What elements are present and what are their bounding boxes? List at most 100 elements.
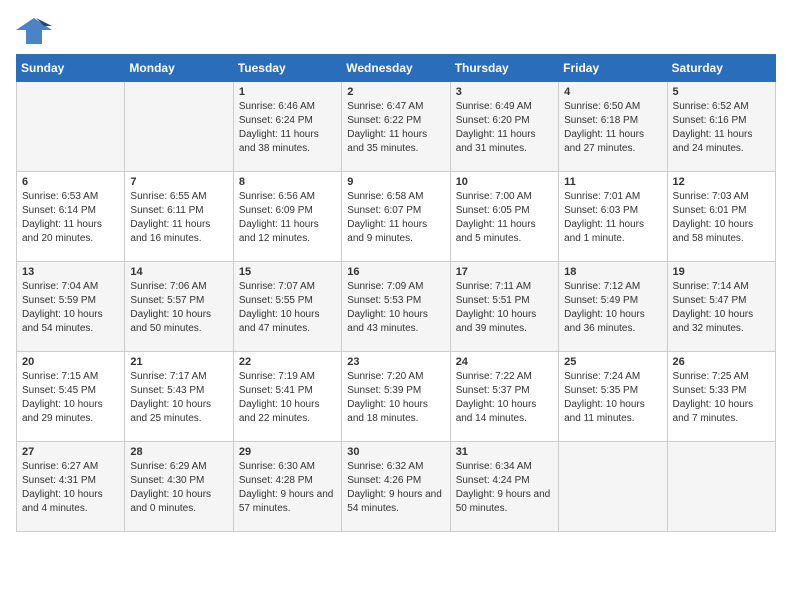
day-number: 22 bbox=[239, 356, 336, 368]
calendar-cell bbox=[17, 82, 125, 172]
day-number: 10 bbox=[456, 176, 553, 188]
day-number: 29 bbox=[239, 446, 336, 458]
calendar-cell: 26 Sunrise: 7:25 AM Sunset: 5:33 PM Dayli… bbox=[667, 352, 775, 442]
calendar-cell: 7 Sunrise: 6:55 AM Sunset: 6:11 PM Daylig… bbox=[125, 172, 233, 262]
calendar-week-1: 1 Sunrise: 6:46 AM Sunset: 6:24 PM Daylig… bbox=[17, 82, 776, 172]
column-header-monday: Monday bbox=[125, 55, 233, 82]
day-info: Sunrise: 7:24 AM Sunset: 5:35 PM Dayligh… bbox=[564, 370, 661, 426]
day-info: Sunrise: 6:34 AM Sunset: 4:24 PM Dayligh… bbox=[456, 460, 553, 516]
day-number: 18 bbox=[564, 266, 661, 278]
day-info: Sunrise: 6:49 AM Sunset: 6:20 PM Dayligh… bbox=[456, 100, 553, 156]
logo bbox=[16, 16, 56, 46]
day-number: 6 bbox=[22, 176, 119, 188]
calendar-week-2: 6Sunrise: 6:53 AM Sunset: 6:14 PM Daylig… bbox=[17, 172, 776, 262]
day-info: Sunrise: 6:46 AM Sunset: 6:24 PM Dayligh… bbox=[239, 100, 336, 156]
day-info: Sunrise: 6:50 AM Sunset: 6:18 PM Dayligh… bbox=[564, 100, 661, 156]
column-header-sunday: Sunday bbox=[17, 55, 125, 82]
calendar-cell: 29 Sunrise: 6:30 AM Sunset: 4:28 PM Dayli… bbox=[233, 442, 341, 532]
column-header-tuesday: Tuesday bbox=[233, 55, 341, 82]
day-number: 1 bbox=[239, 86, 336, 98]
logo-icon bbox=[16, 16, 52, 46]
day-number: 31 bbox=[456, 446, 553, 458]
day-info: Sunrise: 7:01 AM Sunset: 6:03 PM Dayligh… bbox=[564, 190, 661, 246]
calendar-cell: 22Sunrise: 7:19 AM Sunset: 5:41 PM Dayli… bbox=[233, 352, 341, 442]
column-header-saturday: Saturday bbox=[667, 55, 775, 82]
day-number: 13 bbox=[22, 266, 119, 278]
calendar-cell: 11Sunrise: 7:01 AM Sunset: 6:03 PM Dayli… bbox=[559, 172, 667, 262]
day-info: Sunrise: 6:56 AM Sunset: 6:09 PM Dayligh… bbox=[239, 190, 336, 246]
day-number: 7 bbox=[130, 176, 227, 188]
calendar-cell: 27 Sunrise: 6:27 AM Sunset: 4:31 PM Dayli… bbox=[17, 442, 125, 532]
day-number: 16 bbox=[347, 266, 444, 278]
column-header-friday: Friday bbox=[559, 55, 667, 82]
day-number: 4 bbox=[564, 86, 661, 98]
calendar-header-row: SundayMondayTuesdayWednesdayThursdayFrid… bbox=[17, 55, 776, 82]
calendar-cell: 15 Sunrise: 7:07 AM Sunset: 5:55 PM Dayli… bbox=[233, 262, 341, 352]
day-number: 27 bbox=[22, 446, 119, 458]
calendar-cell: 2 Sunrise: 6:47 AM Sunset: 6:22 PM Daylig… bbox=[342, 82, 450, 172]
day-info: Sunrise: 7:07 AM Sunset: 5:55 PM Dayligh… bbox=[239, 280, 336, 336]
day-info: Sunrise: 6:30 AM Sunset: 4:28 PM Dayligh… bbox=[239, 460, 336, 516]
calendar-week-5: 27 Sunrise: 6:27 AM Sunset: 4:31 PM Dayli… bbox=[17, 442, 776, 532]
calendar-cell: 4 Sunrise: 6:50 AM Sunset: 6:18 PM Daylig… bbox=[559, 82, 667, 172]
calendar-cell: 8 Sunrise: 6:56 AM Sunset: 6:09 PM Daylig… bbox=[233, 172, 341, 262]
column-header-thursday: Thursday bbox=[450, 55, 558, 82]
day-info: Sunrise: 7:22 AM Sunset: 5:37 PM Dayligh… bbox=[456, 370, 553, 426]
day-info: Sunrise: 7:14 AM Sunset: 5:47 PM Dayligh… bbox=[673, 280, 770, 336]
day-number: 25 bbox=[564, 356, 661, 368]
day-number: 30 bbox=[347, 446, 444, 458]
day-info: Sunrise: 6:55 AM Sunset: 6:11 PM Dayligh… bbox=[130, 190, 227, 246]
calendar-cell: 12 Sunrise: 7:03 AM Sunset: 6:01 PM Dayli… bbox=[667, 172, 775, 262]
calendar-week-3: 13Sunrise: 7:04 AM Sunset: 5:59 PM Dayli… bbox=[17, 262, 776, 352]
calendar-cell: 17Sunrise: 7:11 AM Sunset: 5:51 PM Dayli… bbox=[450, 262, 558, 352]
day-number: 12 bbox=[673, 176, 770, 188]
calendar-cell: 18 Sunrise: 7:12 AM Sunset: 5:49 PM Dayli… bbox=[559, 262, 667, 352]
day-number: 20 bbox=[22, 356, 119, 368]
calendar-cell: 20 Sunrise: 7:15 AM Sunset: 5:45 PM Dayli… bbox=[17, 352, 125, 442]
calendar-cell bbox=[667, 442, 775, 532]
day-info: Sunrise: 6:47 AM Sunset: 6:22 PM Dayligh… bbox=[347, 100, 444, 156]
day-info: Sunrise: 7:15 AM Sunset: 5:45 PM Dayligh… bbox=[22, 370, 119, 426]
column-header-wednesday: Wednesday bbox=[342, 55, 450, 82]
calendar-cell: 28Sunrise: 6:29 AM Sunset: 4:30 PM Dayli… bbox=[125, 442, 233, 532]
day-info: Sunrise: 7:03 AM Sunset: 6:01 PM Dayligh… bbox=[673, 190, 770, 246]
calendar-cell: 16 Sunrise: 7:09 AM Sunset: 5:53 PM Dayli… bbox=[342, 262, 450, 352]
page-header bbox=[16, 16, 776, 46]
day-number: 8 bbox=[239, 176, 336, 188]
calendar-cell: 3 Sunrise: 6:49 AM Sunset: 6:20 PM Daylig… bbox=[450, 82, 558, 172]
day-number: 15 bbox=[239, 266, 336, 278]
calendar-cell: 5 Sunrise: 6:52 AM Sunset: 6:16 PM Daylig… bbox=[667, 82, 775, 172]
calendar-cell: 9Sunrise: 6:58 AM Sunset: 6:07 PM Daylig… bbox=[342, 172, 450, 262]
calendar-cell bbox=[125, 82, 233, 172]
day-number: 2 bbox=[347, 86, 444, 98]
day-info: Sunrise: 6:58 AM Sunset: 6:07 PM Dayligh… bbox=[347, 190, 444, 246]
day-number: 19 bbox=[673, 266, 770, 278]
day-info: Sunrise: 7:09 AM Sunset: 5:53 PM Dayligh… bbox=[347, 280, 444, 336]
day-number: 21 bbox=[130, 356, 227, 368]
calendar-cell bbox=[559, 442, 667, 532]
day-number: 5 bbox=[673, 86, 770, 98]
calendar-table: SundayMondayTuesdayWednesdayThursdayFrid… bbox=[16, 54, 776, 532]
calendar-cell: 19 Sunrise: 7:14 AM Sunset: 5:47 PM Dayli… bbox=[667, 262, 775, 352]
day-info: Sunrise: 7:17 AM Sunset: 5:43 PM Dayligh… bbox=[130, 370, 227, 426]
calendar-cell: 13Sunrise: 7:04 AM Sunset: 5:59 PM Dayli… bbox=[17, 262, 125, 352]
day-info: Sunrise: 6:32 AM Sunset: 4:26 PM Dayligh… bbox=[347, 460, 444, 516]
day-number: 28 bbox=[130, 446, 227, 458]
day-info: Sunrise: 7:20 AM Sunset: 5:39 PM Dayligh… bbox=[347, 370, 444, 426]
calendar-cell: 21 Sunrise: 7:17 AM Sunset: 5:43 PM Dayli… bbox=[125, 352, 233, 442]
day-number: 24 bbox=[456, 356, 553, 368]
day-info: Sunrise: 7:00 AM Sunset: 6:05 PM Dayligh… bbox=[456, 190, 553, 246]
day-number: 26 bbox=[673, 356, 770, 368]
calendar-cell: 31 Sunrise: 6:34 AM Sunset: 4:24 PM Dayli… bbox=[450, 442, 558, 532]
day-info: Sunrise: 6:27 AM Sunset: 4:31 PM Dayligh… bbox=[22, 460, 119, 516]
day-info: Sunrise: 6:52 AM Sunset: 6:16 PM Dayligh… bbox=[673, 100, 770, 156]
day-info: Sunrise: 7:25 AM Sunset: 5:33 PM Dayligh… bbox=[673, 370, 770, 426]
day-number: 3 bbox=[456, 86, 553, 98]
calendar-cell: 25 Sunrise: 7:24 AM Sunset: 5:35 PM Dayli… bbox=[559, 352, 667, 442]
day-info: Sunrise: 7:12 AM Sunset: 5:49 PM Dayligh… bbox=[564, 280, 661, 336]
day-number: 17 bbox=[456, 266, 553, 278]
calendar-cell: 24 Sunrise: 7:22 AM Sunset: 5:37 PM Dayli… bbox=[450, 352, 558, 442]
calendar-cell: 30 Sunrise: 6:32 AM Sunset: 4:26 PM Dayli… bbox=[342, 442, 450, 532]
day-number: 23 bbox=[347, 356, 444, 368]
day-info: Sunrise: 7:06 AM Sunset: 5:57 PM Dayligh… bbox=[130, 280, 227, 336]
